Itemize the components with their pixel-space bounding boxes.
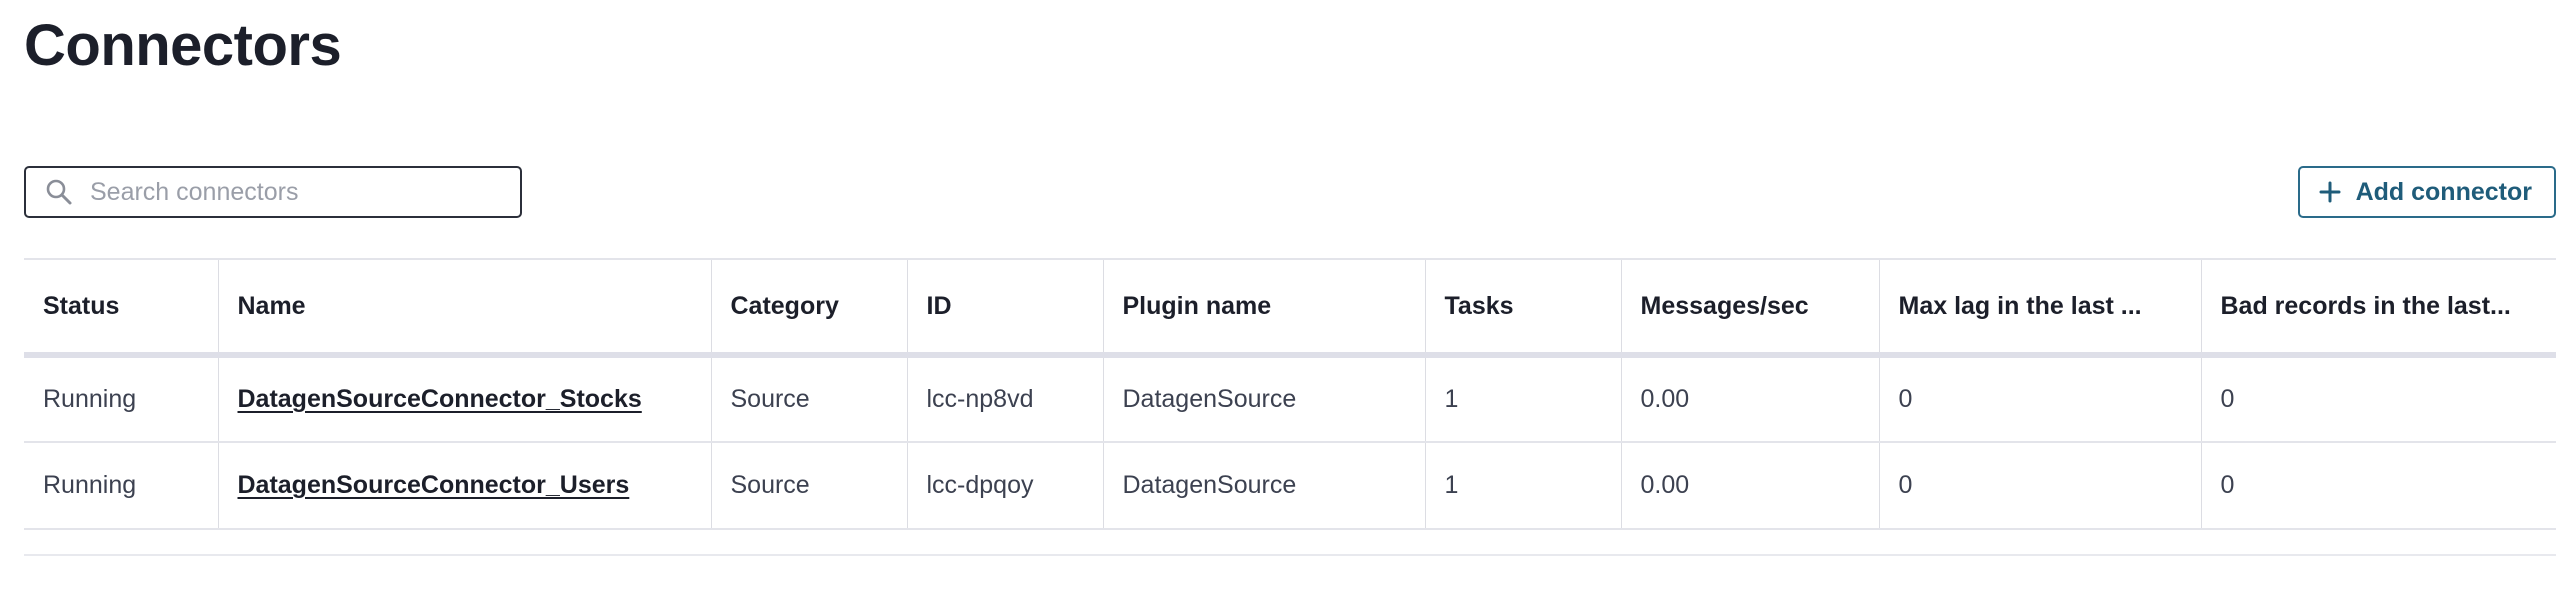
connectors-table-container: Status Name Category ID Plugin name Task… [24, 258, 2556, 530]
cell-name: DatagenSourceConnector_Users [218, 442, 712, 530]
cell-max-lag: 0 [1879, 355, 2202, 443]
cell-category: Source [711, 355, 908, 443]
cell-bad-records: 0 [2201, 442, 2556, 530]
search-box[interactable] [24, 166, 522, 218]
add-connector-button[interactable]: Add connector [2297, 166, 2556, 218]
table-bottom-divider [24, 554, 2556, 556]
cell-tasks: 1 [1425, 355, 1622, 443]
search-input[interactable] [88, 176, 512, 208]
table-header-row: Status Name Category ID Plugin name Task… [24, 258, 2556, 358]
cell-messages-per-sec: 0.00 [1621, 442, 1880, 530]
column-header-bad-records[interactable]: Bad records in the last... [2201, 258, 2556, 358]
column-header-name[interactable]: Name [218, 258, 712, 358]
cell-bad-records: 0 [2201, 355, 2556, 443]
column-header-category[interactable]: Category [711, 258, 908, 358]
search-icon [44, 177, 74, 207]
connector-name-link[interactable]: DatagenSourceConnector_Stocks [238, 385, 642, 413]
connectors-table: Status Name Category ID Plugin name Task… [24, 258, 2556, 530]
plus-icon [2318, 180, 2342, 204]
column-header-tasks[interactable]: Tasks [1425, 258, 1622, 358]
table-row[interactable]: Running DatagenSourceConnector_Stocks So… [24, 355, 2556, 443]
cell-max-lag: 0 [1879, 442, 2202, 530]
cell-id: lcc-np8vd [907, 355, 1104, 443]
cell-id: lcc-dpqoy [907, 442, 1104, 530]
table-row[interactable]: Running DatagenSourceConnector_Users Sou… [24, 442, 2556, 530]
column-header-status[interactable]: Status [24, 258, 219, 358]
cell-status: Running [24, 442, 219, 530]
cell-messages-per-sec: 0.00 [1621, 355, 1880, 443]
column-header-messages-per-sec[interactable]: Messages/sec [1621, 258, 1880, 358]
cell-category: Source [711, 442, 908, 530]
column-header-plugin-name[interactable]: Plugin name [1103, 258, 1426, 358]
add-connector-label: Add connector [2355, 177, 2532, 206]
column-header-id[interactable]: ID [907, 258, 1104, 358]
connector-name-link[interactable]: DatagenSourceConnector_Users [238, 471, 630, 499]
cell-status: Running [24, 355, 219, 443]
page-title: Connectors [24, 13, 342, 78]
cell-tasks: 1 [1425, 442, 1622, 530]
column-header-max-lag[interactable]: Max lag in the last ... [1879, 258, 2202, 358]
cell-plugin-name: DatagenSource [1103, 355, 1426, 443]
cell-plugin-name: DatagenSource [1103, 442, 1426, 530]
cell-name: DatagenSourceConnector_Stocks [218, 355, 712, 443]
